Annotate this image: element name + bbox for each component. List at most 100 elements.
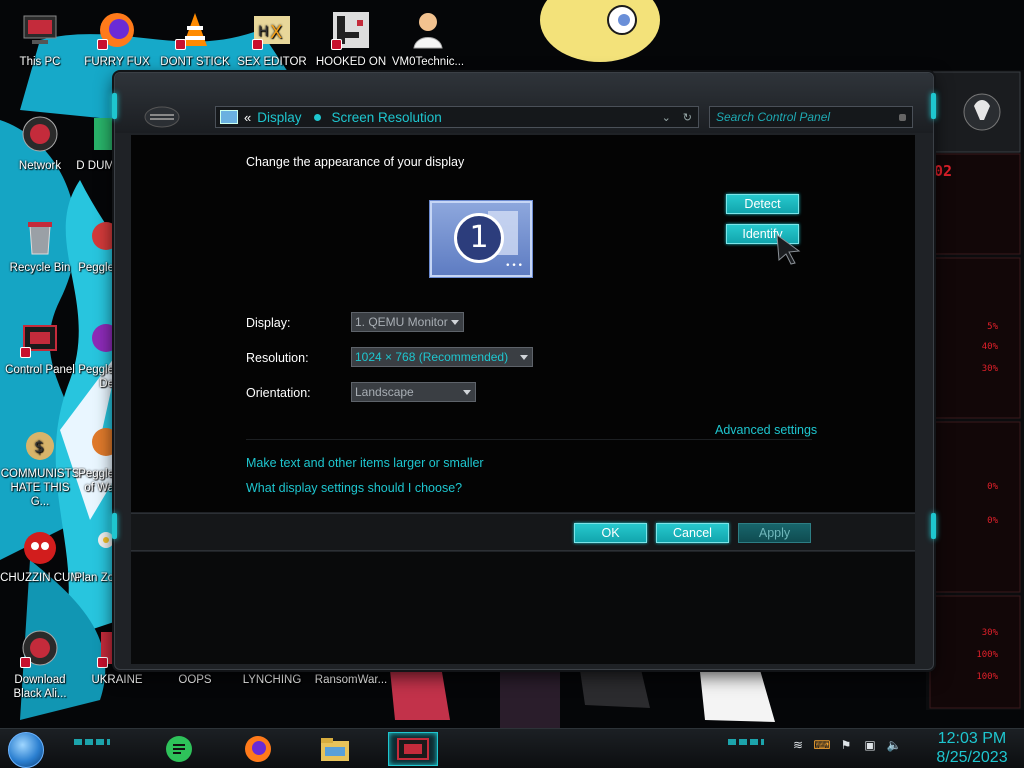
network-icon [18,112,62,156]
desktop-icon-dum[interactable]: D DUM [68,112,114,173]
window-bottom-panel [131,552,915,664]
desktop-icon-sex-editor[interactable]: HX SEX EDITOR [232,8,312,69]
orientation-label: Orientation: [246,386,311,400]
chevron-down-icon [463,390,471,395]
gadget-percent: 5% [987,322,998,332]
taskbar-explorer-button[interactable] [310,732,360,766]
system-monitor-gadget: 02 5% 40% 30% 0% 0% 30% 100% 100% [926,70,1024,710]
monitor-dots: ••• [505,261,524,271]
taskbar-decoration [74,739,110,745]
mouse-cursor-icon [776,233,801,265]
section-divider [246,439,812,440]
advanced-settings-link[interactable]: Advanced settings [715,423,817,437]
vlc-cone-icon [173,8,217,52]
desktop-icon-peggle-de[interactable]: Peggle De [68,316,114,391]
desktop-icon-label: Peggle De [78,364,114,390]
network-tray-icon[interactable]: ▣ [862,737,878,753]
orientation-select[interactable]: Landscape [351,382,476,402]
taskbar-decoration [728,739,764,745]
display-label: Display: [246,316,291,330]
search-input[interactable]: Search Control Panel [709,106,913,128]
display-help-link[interactable]: What display settings should I choose? [246,481,462,495]
desktop-icon-vm0technic[interactable]: VM0Technic... [388,8,468,69]
display-settings-icon [220,110,238,124]
breadcrumb-overflow-chevron[interactable]: « [244,110,251,125]
chevron-down-icon [520,355,528,360]
folder-icon [321,738,349,761]
desktop-icon-label: FURRY FUX [84,56,150,68]
gadget-percent: 0% [987,482,998,492]
address-bar[interactable]: « Display Screen Resolution ⌄ ↻ [215,106,699,128]
text-size-link[interactable]: Make text and other items larger or smal… [246,456,484,470]
show-hidden-icons[interactable]: ≋ [790,737,806,753]
money-bag-icon: $ [18,420,62,464]
frame-glow [931,513,936,539]
control-panel-icon [397,738,429,760]
taskbar-notes-button[interactable] [154,732,204,766]
desktop-icon-download-black-ali[interactable]: Download Black Ali... [0,626,80,701]
nav-logo-icon [144,106,180,128]
apply-button[interactable]: Apply [738,523,811,543]
screen-resolution-window: « Display Screen Resolution ⌄ ↻ Search C… [112,72,936,670]
search-placeholder: Search Control Panel [716,110,831,124]
ok-button[interactable]: OK [574,523,647,543]
desktop-icon-label: VM0Technic... [391,56,465,68]
display-select-value: 1. QEMU Monitor [355,315,448,329]
display-select[interactable]: 1. QEMU Monitor [351,312,464,332]
desktop-icon-hooked-on[interactable]: HOOKED ON [311,8,391,69]
clock-date: 8/25/2023 [936,749,1008,766]
desktop-icon-label: HOOKED ON [315,56,387,68]
chevron-down-icon[interactable]: ⌄ [662,111,671,124]
taskbar-clock[interactable]: 12:03 PM 8/25/2023 [924,729,1020,767]
clock-time: 12:03 PM [937,730,1007,747]
desktop-icon-label: UKRAINE [91,674,143,686]
taskbar-firefox-button[interactable] [233,732,283,766]
desktop-icon-peggle[interactable]: Peggle [68,214,114,275]
keyboard-layout-icon[interactable]: ⌨ [813,737,830,753]
system-tray: ≋ ⌨ ⚑ ▣ 🔈 [790,737,902,753]
resolution-select[interactable]: 1024 × 768 (Recommended) [351,347,533,367]
control-panel-icon [18,316,62,360]
desktop-icon-label: LYNCHING [242,674,302,686]
recycle-bin-icon [18,214,62,258]
breadcrumb-screen-resolution[interactable]: Screen Resolution [332,110,442,125]
desktop-icon-this-pc[interactable]: This PC [0,8,80,69]
action-center-flag-icon[interactable]: ⚑ [838,737,854,753]
frame-glow [112,93,117,119]
gadget-percent: 30% [981,364,998,374]
volume-icon[interactable]: 🔈 [886,737,902,753]
taskbar: ≋ ⌨ ⚑ ▣ 🔈 12:03 PM 8/25/2023 [0,728,1024,768]
notes-icon [166,736,192,762]
resolution-label: Resolution: [246,351,309,365]
peggle-icon [90,420,114,464]
search-icon[interactable] [899,113,906,121]
desktop-icon-label: Download Black Ali... [13,674,67,700]
alienware-icon [18,626,62,670]
desktop-icon-furry-fux[interactable]: FURRY FUX [77,8,157,69]
refresh-icon[interactable]: ↻ [683,111,692,124]
game-icon [329,8,373,52]
peggle-icon [90,316,114,360]
svg-text:H: H [258,24,269,40]
plant-icon [90,524,114,568]
desktop-icon-label: RansomWar... [314,674,388,686]
navigation-button[interactable] [143,105,181,129]
chevron-down-icon [451,320,459,325]
monitor-preview[interactable]: 1 ••• [430,201,532,277]
taskbar-control-panel-button[interactable] [388,732,438,766]
breadcrumb-separator-icon [313,113,321,121]
start-button[interactable] [8,732,44,768]
gadget-percent: 0% [987,516,998,526]
app-icon [90,112,114,156]
cancel-button[interactable]: Cancel [656,523,729,543]
doctor-avatar-icon [406,8,450,52]
detect-button[interactable]: Detect [726,194,799,214]
breadcrumb-display[interactable]: Display [257,110,301,125]
resolution-select-value: 1024 × 768 (Recommended) [355,350,509,364]
desktop-icon-label: Peggle [78,262,114,274]
computer-icon [18,8,62,52]
desktop-icon-plants-zo[interactable]: Plan Zo [68,524,114,585]
svg-text:$: $ [34,437,44,456]
desktop-icon-dont-stick[interactable]: DONT STICK [155,8,235,69]
desktop-icon-peggle-of-wa[interactable]: Peggle of Wa [68,420,114,495]
